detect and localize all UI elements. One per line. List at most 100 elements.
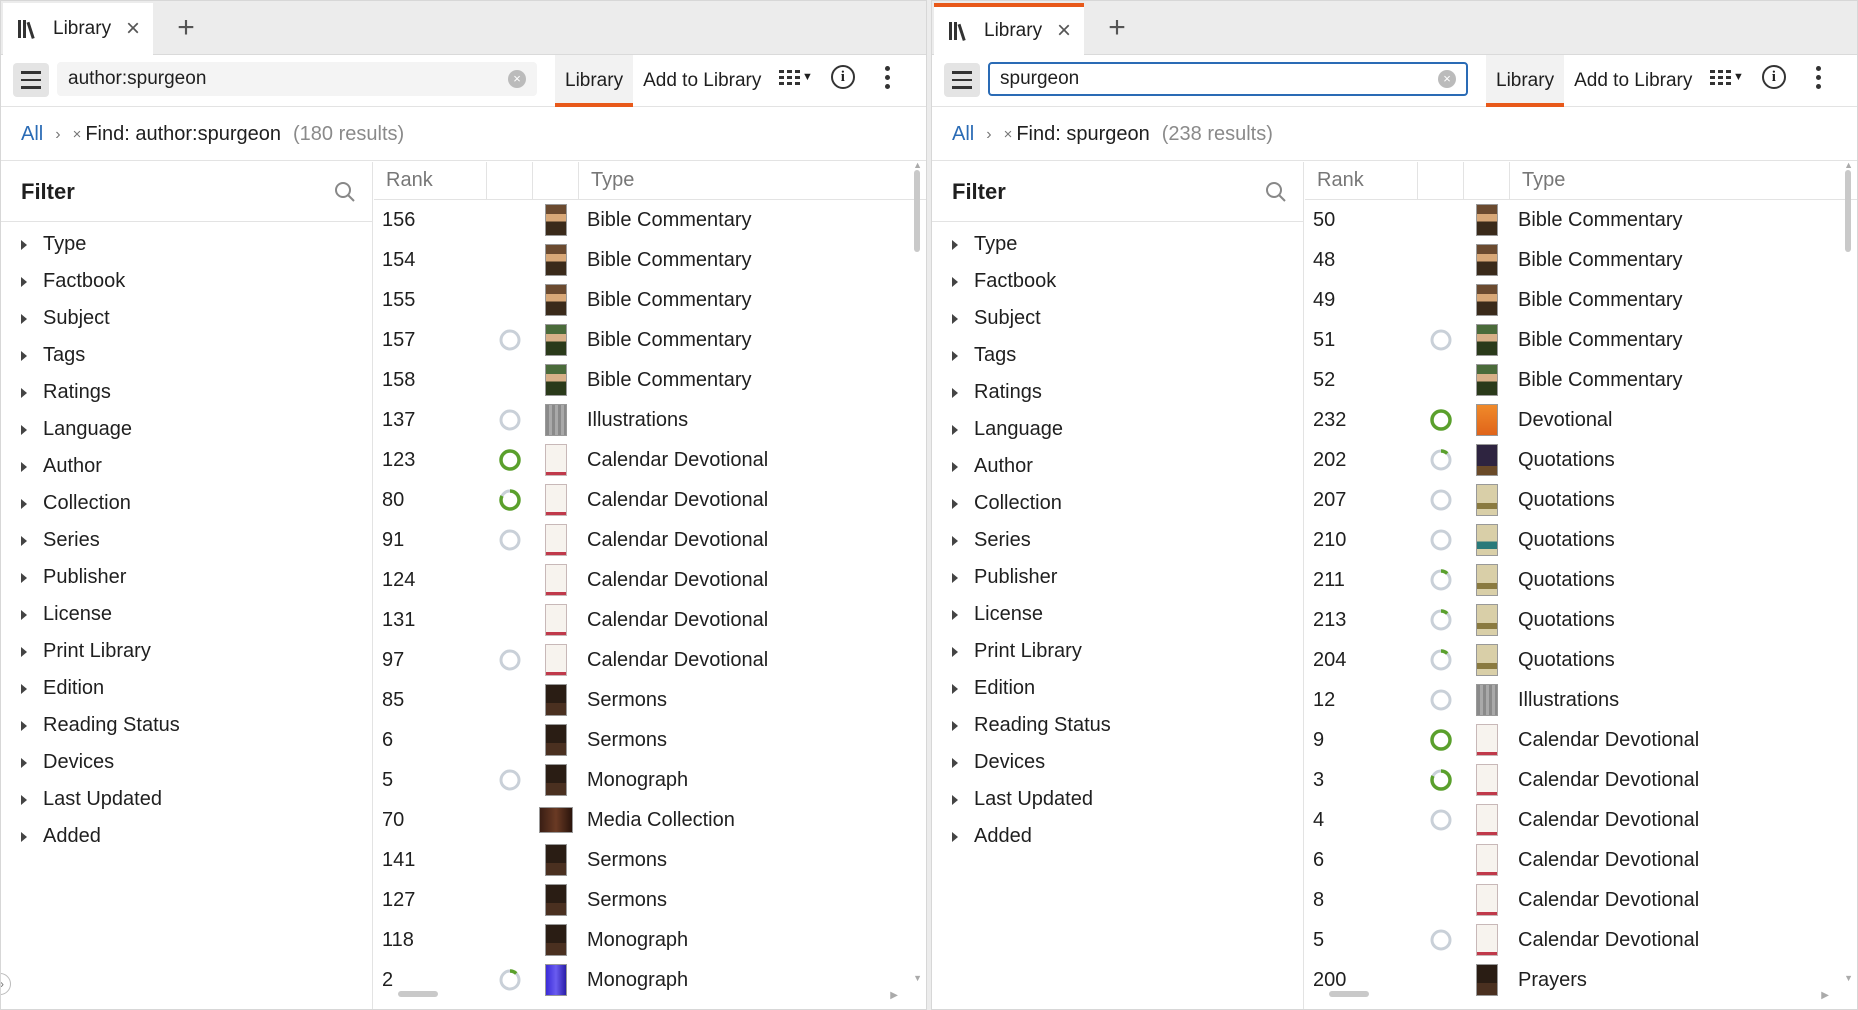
table-row[interactable]: 51 Bible Commentary xyxy=(1305,320,1857,360)
scroll-down-arrow[interactable]: ▼ xyxy=(913,973,922,983)
tab-library[interactable]: Library × xyxy=(3,3,153,55)
facet-item[interactable]: Language xyxy=(932,411,1303,448)
breadcrumb-all-link[interactable]: All xyxy=(21,123,43,146)
table-row[interactable]: 127 Sermons xyxy=(374,880,926,920)
plus-icon[interactable]: + xyxy=(169,11,203,45)
close-icon[interactable]: × xyxy=(121,15,145,43)
column-header-status[interactable] xyxy=(487,162,533,199)
facet-item[interactable]: Publisher xyxy=(1,559,372,596)
table-row[interactable]: 157 Bible Commentary xyxy=(374,320,926,360)
facet-item[interactable]: Subject xyxy=(932,300,1303,337)
column-header-type[interactable]: Type xyxy=(1510,169,1565,192)
facet-item[interactable]: Edition xyxy=(1,670,372,707)
table-row[interactable]: 158 Bible Commentary xyxy=(374,360,926,400)
clear-icon[interactable]: × xyxy=(1438,70,1456,88)
vertical-scrollbar[interactable] xyxy=(1845,170,1851,252)
info-icon[interactable]: i xyxy=(830,65,855,89)
table-row[interactable]: 3 Calendar Devotional xyxy=(1305,760,1857,800)
facet-item[interactable]: Added xyxy=(1,818,372,855)
table-row[interactable]: 12 Illustrations xyxy=(1305,680,1857,720)
facet-item[interactable]: Devices xyxy=(932,744,1303,781)
table-row[interactable]: 80 Calendar Devotional xyxy=(374,480,926,520)
facet-item[interactable]: Type xyxy=(932,226,1303,263)
table-row[interactable]: 52 Bible Commentary xyxy=(1305,360,1857,400)
table-row[interactable]: 4 Calendar Devotional xyxy=(1305,800,1857,840)
search-icon[interactable] xyxy=(334,181,356,203)
scroll-up-arrow[interactable]: ▲ xyxy=(1844,162,1853,170)
table-row[interactable]: 141 Sermons xyxy=(374,840,926,880)
facet-item[interactable]: Tags xyxy=(932,337,1303,374)
close-icon[interactable]: × xyxy=(1052,17,1076,45)
horizontal-scrollbar[interactable] xyxy=(1329,991,1369,997)
facet-item[interactable]: Author xyxy=(1,448,372,485)
clear-icon[interactable]: × xyxy=(508,70,526,88)
library-view-button[interactable]: Library xyxy=(555,55,634,107)
horizontal-scrollbar[interactable] xyxy=(398,991,438,997)
table-row[interactable]: 6 Calendar Devotional xyxy=(1305,840,1857,880)
remove-filter-icon[interactable]: × xyxy=(73,126,82,143)
table-row[interactable]: 204 Quotations xyxy=(1305,640,1857,680)
scroll-right-arrow[interactable]: ▶ xyxy=(890,990,898,1001)
table-row[interactable]: 97 Calendar Devotional xyxy=(374,640,926,680)
grid-view-icon[interactable]: ▼ xyxy=(779,69,813,85)
facet-item[interactable]: License xyxy=(1,596,372,633)
remove-filter-icon[interactable]: × xyxy=(1004,126,1013,143)
more-icon[interactable] xyxy=(884,65,890,89)
table-row[interactable]: 154 Bible Commentary xyxy=(374,240,926,280)
search-icon[interactable] xyxy=(1265,181,1287,203)
breadcrumb-all-link[interactable]: All xyxy=(952,123,974,146)
table-row[interactable]: 137 Illustrations xyxy=(374,400,926,440)
column-header-rank[interactable]: Rank xyxy=(374,162,487,199)
facet-item[interactable]: Factbook xyxy=(1,263,372,300)
table-row[interactable]: 49 Bible Commentary xyxy=(1305,280,1857,320)
table-row[interactable]: 211 Quotations xyxy=(1305,560,1857,600)
facet-item[interactable]: Publisher xyxy=(932,559,1303,596)
facet-item[interactable]: Series xyxy=(1,522,372,559)
table-row[interactable]: 2 Monograph xyxy=(374,960,926,1000)
facet-item[interactable]: Edition xyxy=(932,670,1303,707)
table-row[interactable]: 5 Monograph xyxy=(374,760,926,800)
table-row[interactable]: 9 Calendar Devotional xyxy=(1305,720,1857,760)
facet-item[interactable]: License xyxy=(932,596,1303,633)
column-header-cover[interactable] xyxy=(1464,162,1510,199)
facet-item[interactable]: Language xyxy=(1,411,372,448)
plus-icon[interactable]: + xyxy=(1100,11,1134,45)
facet-item[interactable]: Factbook xyxy=(932,263,1303,300)
hamburger-icon[interactable] xyxy=(13,63,49,97)
table-row[interactable]: 118 Monograph xyxy=(374,920,926,960)
facet-item[interactable]: Reading Status xyxy=(932,707,1303,744)
vertical-scrollbar[interactable] xyxy=(914,170,920,252)
table-row[interactable]: 5 Calendar Devotional xyxy=(1305,920,1857,960)
table-row[interactable]: 131 Calendar Devotional xyxy=(374,600,926,640)
facet-item[interactable]: Subject xyxy=(1,300,372,337)
add-to-library-button[interactable]: Add to Library xyxy=(633,55,771,107)
column-header-cover[interactable] xyxy=(533,162,579,199)
facet-item[interactable]: Series xyxy=(932,522,1303,559)
table-row[interactable]: 6 Sermons xyxy=(374,720,926,760)
table-row[interactable]: 50 Bible Commentary xyxy=(1305,200,1857,240)
facet-item[interactable]: Author xyxy=(932,448,1303,485)
scroll-up-arrow[interactable]: ▲ xyxy=(913,162,922,170)
scroll-down-arrow[interactable]: ▼ xyxy=(1844,973,1853,983)
column-header-type[interactable]: Type xyxy=(579,169,634,192)
scroll-right-arrow[interactable]: ▶ xyxy=(1821,990,1829,1001)
facet-item[interactable]: Print Library xyxy=(932,633,1303,670)
facet-item[interactable]: Type xyxy=(1,226,372,263)
grid-view-icon[interactable]: ▼ xyxy=(1710,69,1744,85)
facet-item[interactable]: Reading Status xyxy=(1,707,372,744)
facet-item[interactable]: Last Updated xyxy=(1,781,372,818)
table-row[interactable]: 91 Calendar Devotional xyxy=(374,520,926,560)
table-row[interactable]: 232 Devotional xyxy=(1305,400,1857,440)
facet-item[interactable]: Tags xyxy=(1,337,372,374)
table-row[interactable]: 213 Quotations xyxy=(1305,600,1857,640)
table-row[interactable]: 48 Bible Commentary xyxy=(1305,240,1857,280)
facet-item[interactable]: Collection xyxy=(932,485,1303,522)
table-row[interactable]: 202 Quotations xyxy=(1305,440,1857,480)
add-to-library-button[interactable]: Add to Library xyxy=(1564,55,1702,107)
facet-item[interactable]: Last Updated xyxy=(932,781,1303,818)
facet-item[interactable]: Added xyxy=(932,818,1303,855)
table-row[interactable]: 210 Quotations xyxy=(1305,520,1857,560)
search-input[interactable] xyxy=(68,68,508,90)
facet-item[interactable]: Devices xyxy=(1,744,372,781)
hamburger-icon[interactable] xyxy=(944,63,980,97)
